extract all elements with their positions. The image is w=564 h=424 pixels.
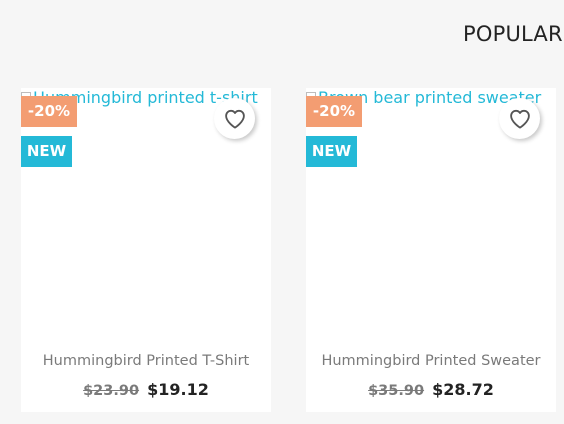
product-prices: $23.90 $19.12: [21, 380, 271, 399]
wishlist-button[interactable]: [214, 98, 255, 139]
current-price: $28.72: [432, 380, 494, 399]
wishlist-button[interactable]: [499, 98, 540, 139]
regular-price: $35.90: [368, 383, 425, 399]
new-badge: NEW: [306, 136, 357, 167]
discount-badge: -20%: [21, 96, 77, 127]
section-title: POPULAR: [463, 22, 563, 46]
product-card[interactable]: Hummingbird printed t-shirt -20% NEW Hum…: [21, 88, 271, 412]
heart-outline-icon: [509, 109, 530, 129]
discount-badge: -20%: [306, 96, 362, 127]
product-name-link[interactable]: Hummingbird Printed Sweater: [306, 353, 556, 369]
heart-outline-icon: [224, 109, 245, 129]
regular-price: $23.90: [83, 383, 140, 399]
product-card[interactable]: Brown bear printed sweater -20% NEW Humm…: [306, 88, 556, 412]
product-prices: $35.90 $28.72: [306, 380, 556, 399]
product-name-link[interactable]: Hummingbird Printed T-Shirt: [21, 353, 271, 369]
current-price: $19.12: [147, 380, 209, 399]
new-badge: NEW: [21, 136, 72, 167]
